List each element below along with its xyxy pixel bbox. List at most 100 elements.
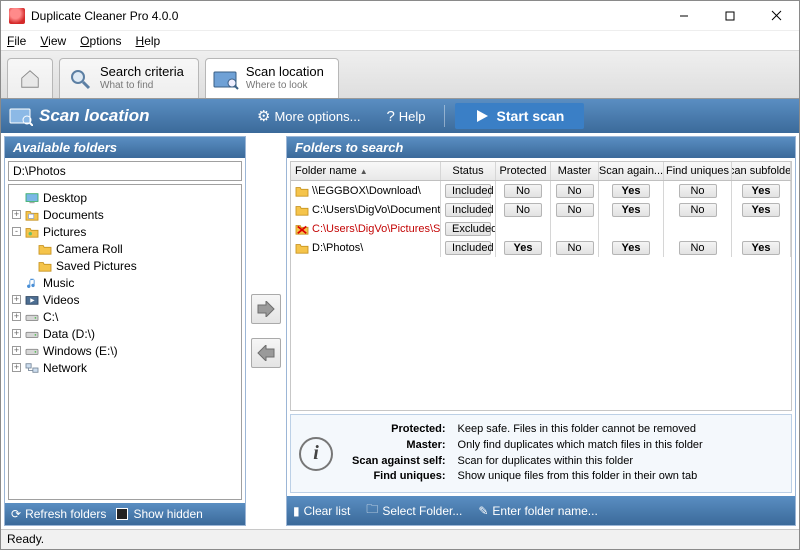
add-folder-button[interactable] xyxy=(251,294,281,324)
info-box: i Protected:Keep safe. Files in this fol… xyxy=(290,414,792,493)
table-row[interactable]: D:\Photos\IncludedYesNoYesNoYes xyxy=(291,238,791,257)
tree-item[interactable]: +Network xyxy=(11,359,239,376)
close-button[interactable] xyxy=(753,1,799,30)
toggle-button[interactable]: Included xyxy=(445,241,491,255)
toggle-button[interactable]: Yes xyxy=(742,184,780,198)
toggle-button[interactable]: Yes xyxy=(504,241,542,255)
tree-item[interactable]: + Documents xyxy=(11,206,239,223)
tree-item-label: C:\ xyxy=(43,310,58,324)
info-icon: i xyxy=(299,437,333,471)
tree-item[interactable]: Music xyxy=(11,274,239,291)
folder-icon xyxy=(37,242,53,256)
col-protected[interactable]: Protected xyxy=(496,162,551,180)
refresh-folders-button[interactable]: ⟳ Refresh folders xyxy=(11,507,106,521)
tab-scan-sub: Where to look xyxy=(246,80,324,92)
tree-item-label: Documents xyxy=(43,208,104,222)
expand-icon[interactable]: + xyxy=(12,210,21,219)
col-scan-against[interactable]: Scan again... xyxy=(599,162,664,180)
expand-icon[interactable]: + xyxy=(12,329,21,338)
toggle-button[interactable]: No xyxy=(556,184,594,198)
minimize-button[interactable] xyxy=(661,1,707,30)
toggle-button[interactable]: Yes xyxy=(612,184,650,198)
toggle-button[interactable]: No xyxy=(679,203,717,217)
toggle-button[interactable]: No xyxy=(679,184,717,198)
expand-icon[interactable] xyxy=(12,278,21,287)
tab-home[interactable] xyxy=(7,58,53,98)
tab-search-sub: What to find xyxy=(100,80,184,92)
path-input[interactable]: D:\Photos xyxy=(8,161,242,181)
net-icon xyxy=(24,361,40,375)
menu-view[interactable]: View xyxy=(40,34,66,48)
toggle-button[interactable]: No xyxy=(679,241,717,255)
col-find-uniques[interactable]: Find uniques xyxy=(664,162,732,180)
menu-file[interactable]: File xyxy=(7,34,26,48)
expand-icon[interactable]: + xyxy=(12,346,21,355)
tree-item[interactable]: Desktop xyxy=(11,189,239,206)
window-title: Duplicate Cleaner Pro 4.0.0 xyxy=(31,9,661,23)
tab-search-title: Search criteria xyxy=(100,65,184,80)
expand-icon[interactable]: + xyxy=(12,363,21,372)
col-scan-subfolders[interactable]: Scan subfolders xyxy=(732,162,791,180)
refresh-icon: ⟳ xyxy=(11,507,21,521)
toggle-button[interactable]: Included xyxy=(445,203,491,217)
toggle-button[interactable]: Yes xyxy=(742,241,780,255)
drive-icon xyxy=(24,310,40,324)
select-folder-button[interactable]: 🗀Select Folder... xyxy=(366,500,462,521)
table-row[interactable]: \\EGGBOX\Download\IncludedNoNoYesNoYes xyxy=(291,181,791,200)
col-status[interactable]: Status xyxy=(441,162,496,180)
folder-icon xyxy=(295,185,309,197)
expand-icon[interactable] xyxy=(25,261,34,270)
status-bar: Ready. xyxy=(1,529,799,549)
expand-icon[interactable]: - xyxy=(12,227,21,236)
maximize-button[interactable] xyxy=(707,1,753,30)
folder-icon xyxy=(295,223,309,235)
toggle-button[interactable]: No xyxy=(504,184,542,198)
table-row[interactable]: C:\Users\DigVo\Documents\IncludedNoNoYes… xyxy=(291,200,791,219)
menu-help[interactable]: Help xyxy=(136,34,161,48)
toggle-button[interactable]: Yes xyxy=(612,203,650,217)
folders-to-search-header: Folders to search xyxy=(287,137,795,158)
tree-item[interactable]: +Videos xyxy=(11,291,239,308)
tab-search-criteria[interactable]: Search criteria What to find xyxy=(59,58,199,98)
toggle-button[interactable]: No xyxy=(556,241,594,255)
start-scan-button[interactable]: Start scan xyxy=(455,103,585,129)
enter-folder-name-button[interactable]: ✎Enter folder name... xyxy=(478,504,597,518)
folder-scan-icon xyxy=(9,106,33,126)
show-hidden-checkbox[interactable]: Show hidden xyxy=(116,507,202,521)
toggle-button[interactable]: Excluded xyxy=(445,222,491,236)
pic-icon xyxy=(24,225,40,239)
remove-folder-button[interactable] xyxy=(251,338,281,368)
tab-scan-location[interactable]: Scan location Where to look xyxy=(205,58,339,98)
expand-icon[interactable]: + xyxy=(12,295,21,304)
folder-icon xyxy=(295,204,309,216)
col-folder-name[interactable]: Folder name▲ xyxy=(291,162,441,180)
col-master[interactable]: Master xyxy=(551,162,599,180)
desktop-icon xyxy=(24,191,40,205)
toggle-button[interactable]: Included xyxy=(445,184,491,198)
tree-item[interactable]: -Pictures xyxy=(11,223,239,240)
toggle-button[interactable]: Yes xyxy=(742,203,780,217)
toggle-button[interactable]: Yes xyxy=(612,241,650,255)
divider xyxy=(444,105,445,127)
tree-item[interactable]: + C:\ xyxy=(11,308,239,325)
folder-tree[interactable]: Desktop + Documents-PicturesCamera RollSav… xyxy=(8,184,242,500)
pencil-icon: ✎ xyxy=(478,504,488,518)
help-button[interactable]: ? Help xyxy=(378,105,433,128)
home-icon xyxy=(16,65,44,93)
toggle-button[interactable]: No xyxy=(504,203,542,217)
menu-options[interactable]: Options xyxy=(80,34,121,48)
tree-item-label: Data (D:\) xyxy=(43,327,95,341)
table-row[interactable]: C:\Users\DigVo\Pictures\Save...Excluded xyxy=(291,219,791,238)
toggle-button[interactable]: No xyxy=(556,203,594,217)
expand-icon[interactable] xyxy=(25,244,34,253)
more-options-button[interactable]: ⚙ More options... xyxy=(249,104,368,128)
folder-icon: 🗀 xyxy=(366,500,378,521)
clear-list-button[interactable]: ▮Clear list xyxy=(293,504,350,518)
tree-item[interactable]: Saved Pictures xyxy=(11,257,239,274)
question-icon: ? xyxy=(386,108,394,125)
expand-icon[interactable] xyxy=(12,193,21,202)
expand-icon[interactable]: + xyxy=(12,312,21,321)
tree-item[interactable]: Camera Roll xyxy=(11,240,239,257)
tree-item[interactable]: +Windows (E:\) xyxy=(11,342,239,359)
tree-item[interactable]: + Data (D:\) xyxy=(11,325,239,342)
